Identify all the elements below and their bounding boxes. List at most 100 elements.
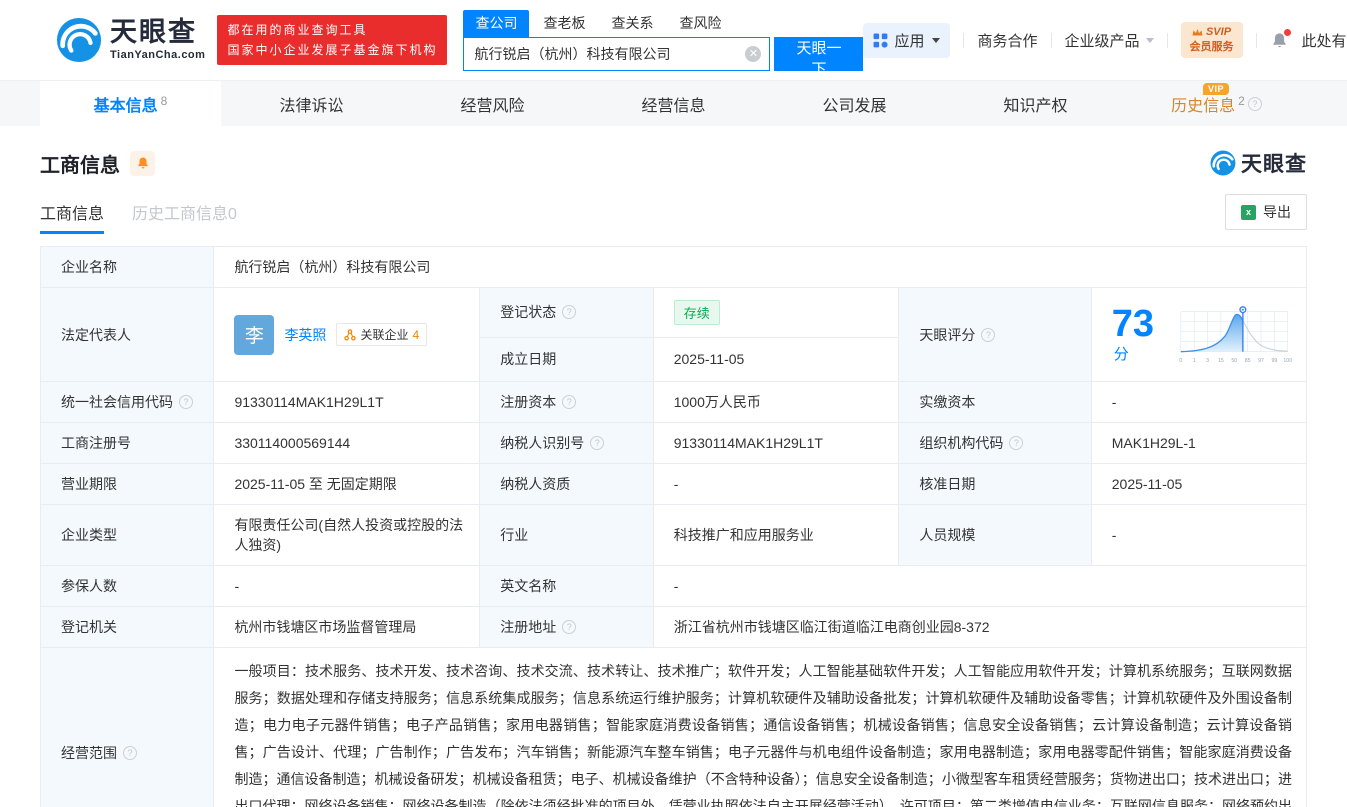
field-value-company-type: 有限责任公司(自然人投资或控股的法人独资) — [213, 504, 481, 566]
field-label-company-name: 企业名称 — [39, 246, 215, 288]
search-area: 查公司 查老板 查关系 查风险 ✕ 天眼一下 — [463, 9, 864, 78]
field-label-company-type: 企业类型 — [39, 504, 215, 566]
help-icon[interactable]: ? — [562, 395, 577, 409]
field-label-org-code: 组织机构代码? — [898, 422, 1092, 464]
table-row: 企业名称 航行锐启（杭州）科技有限公司 — [39, 246, 1307, 288]
nav-enterprise[interactable]: 企业级产品 — [1065, 30, 1154, 51]
top-header: 天眼查 TianYanCha.com 都在用的商业查询工具 国家中小企业发展子基… — [0, 0, 1347, 80]
help-icon[interactable]: ? — [1009, 436, 1024, 450]
tab-operating-info[interactable]: 经营信息 — [583, 81, 764, 126]
svg-text:85: 85 — [1245, 358, 1251, 364]
divider — [1166, 32, 1168, 48]
svg-text:100: 100 — [1284, 358, 1292, 364]
table-row: 经营范围? 一般项目：技术服务、技术开发、技术咨询、技术交流、技术转让、技术推广… — [39, 647, 1307, 807]
notifications-bell[interactable] — [1270, 28, 1291, 50]
account-menu[interactable]: 此处有… — [1302, 30, 1347, 51]
field-label-english-name: 英文名称 — [479, 565, 654, 607]
field-label-approval-date: 核准日期 — [898, 463, 1092, 505]
brand-name: 天眼查 — [110, 17, 197, 47]
svg-text:3: 3 — [1207, 358, 1210, 364]
help-icon[interactable]: ? — [562, 305, 577, 320]
field-value-org-code: MAK1H29L-1 — [1090, 422, 1308, 464]
bell-icon — [137, 157, 148, 169]
svg-text:1: 1 — [1193, 358, 1196, 364]
field-value-term: 2025-11-05 至 无固定期限 — [213, 463, 481, 505]
field-value-legal-rep: 李 李英照 关联企业 4 — [213, 287, 481, 382]
help-icon[interactable]: ? — [981, 327, 996, 342]
divider — [963, 32, 965, 48]
table-row: 登记机关 杭州市钱塘区市场监督管理局 注册地址? 浙江省杭州市钱塘区临江街道临江… — [39, 606, 1308, 648]
divider — [1255, 32, 1257, 48]
search-input[interactable] — [474, 45, 746, 62]
search-tab-relation[interactable]: 查关系 — [599, 10, 665, 37]
field-value-english-name: - — [652, 565, 1308, 607]
field-value-reg-capital: 1000万人民币 — [652, 381, 900, 423]
tianyancha-swirl-icon — [56, 17, 102, 63]
field-label-taxpayer-id: 纳税人识别号? — [479, 422, 654, 464]
search-tab-risk[interactable]: 查风险 — [667, 10, 733, 37]
help-icon[interactable]: ? — [562, 620, 577, 634]
field-label-est-date: 成立日期 — [479, 336, 654, 383]
main-content: 工商信息 天眼查 工商信息 历史工商信息0 x 导出 企业名称 航行锐启（杭州）… — [0, 148, 1347, 807]
tab-company-development[interactable]: 公司发展 — [764, 81, 945, 126]
nav-cooperation[interactable]: 商务合作 — [977, 30, 1037, 51]
field-label-registry: 登记机关 — [39, 606, 215, 648]
score-distribution-chart: 0 1 3 15 50 85 97 99 100 — [1180, 306, 1292, 364]
section-title: 工商信息 — [40, 154, 120, 177]
tab-basic-info[interactable]: 基本信息 8 — [40, 81, 221, 126]
tab-operating-risk[interactable]: 经营风险 — [402, 81, 583, 126]
field-value-paid-capital: - — [1090, 381, 1308, 423]
search-tab-company[interactable]: 查公司 — [463, 9, 530, 37]
field-value-company-name: 航行锐启（杭州）科技有限公司 — [213, 246, 1307, 288]
section-brand-logo: 天眼查 — [1210, 148, 1307, 178]
export-button[interactable]: x 导出 — [1225, 194, 1307, 230]
chevron-down-icon — [1145, 37, 1154, 43]
field-value-score: 73分 0 1 3 15 50 85 97 99 100 — [1090, 287, 1308, 382]
field-value-taxpayer-qualification: - — [652, 463, 900, 505]
clear-search-icon[interactable]: ✕ — [745, 45, 762, 62]
related-companies-button[interactable]: 关联企业 4 — [336, 323, 428, 346]
help-icon[interactable]: ? — [1247, 96, 1262, 111]
crown-icon — [1192, 29, 1203, 36]
org-graph-icon — [344, 328, 357, 341]
svg-text:15: 15 — [1218, 358, 1224, 364]
status-badge: 存续 — [673, 299, 720, 325]
field-value-taxpayer-id: 91330114MAK1H29L1T — [652, 422, 900, 464]
tianyancha-logo[interactable]: 天眼查 TianYanCha.com — [56, 17, 205, 63]
help-icon[interactable]: ? — [123, 745, 137, 760]
field-label-taxpayer-qualification: 纳税人资质 — [479, 463, 654, 505]
field-value-est-date: 2025-11-05 — [652, 336, 900, 383]
search-box: ✕ — [463, 36, 771, 71]
legal-rep-avatar[interactable]: 李 — [234, 314, 275, 355]
field-value-staff-size: - — [1090, 504, 1308, 566]
tab-history-info[interactable]: VIP 历史信息 2 ? — [1126, 81, 1307, 126]
vip-badge: VIP — [1202, 83, 1229, 95]
legal-rep-link[interactable]: 李英照 — [284, 325, 326, 345]
field-label-scope: 经营范围? — [39, 647, 215, 807]
apps-menu[interactable]: 应用 — [863, 22, 951, 58]
table-row: 营业期限 2025-11-05 至 无固定期限 纳税人资质 - 核准日期 202… — [39, 463, 1308, 505]
field-value-insured: - — [213, 565, 481, 607]
field-value-industry: 科技推广和应用服务业 — [652, 504, 900, 566]
svip-member-button[interactable]: SVIP 会员服务 — [1180, 22, 1243, 58]
help-icon[interactable]: ? — [590, 436, 605, 450]
field-value-reg-status: 存续 — [652, 287, 900, 338]
business-info-table: 企业名称 航行锐启（杭州）科技有限公司 法定代表人 李 李英照 关联企业 4 登… — [39, 246, 1308, 807]
subtab-business-info[interactable]: 工商信息 — [40, 200, 105, 234]
field-value-reg-number: 330114000569144 — [213, 422, 481, 464]
chevron-down-icon — [932, 37, 941, 43]
field-label-reg-status: 登记状态? — [479, 287, 654, 338]
brand-slogan: 都在用的商业查询工具 国家中小企业发展子基金旗下机构 — [217, 14, 448, 66]
tab-legal[interactable]: 法律诉讼 — [221, 81, 402, 126]
search-tab-boss[interactable]: 查老板 — [531, 10, 597, 37]
tab-intellectual-property[interactable]: 知识产权 — [945, 81, 1126, 126]
table-row: 参保人数 - 英文名称 - — [39, 565, 1308, 607]
help-icon[interactable]: ? — [179, 395, 193, 409]
subtab-history-business-info[interactable]: 历史工商信息0 — [132, 200, 237, 234]
field-label-insured: 参保人数 — [39, 565, 215, 607]
svg-text:50: 50 — [1232, 358, 1238, 364]
tianyancha-swirl-icon — [1210, 150, 1236, 176]
field-label-paid-capital: 实缴资本 — [898, 381, 1092, 423]
search-button[interactable]: 天眼一下 — [774, 36, 864, 78]
subscribe-bell-button[interactable] — [130, 150, 155, 176]
